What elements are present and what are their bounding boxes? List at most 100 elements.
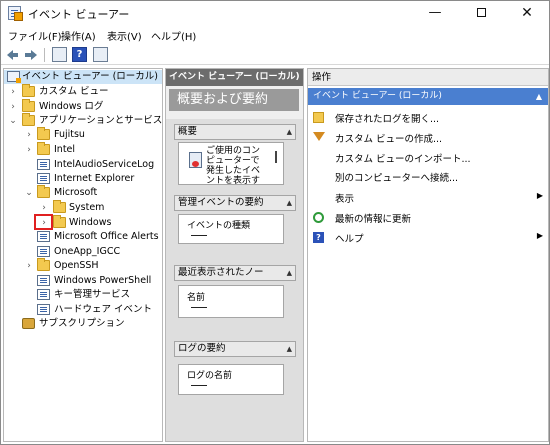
section-overview-title: 概要	[178, 126, 198, 137]
maximize-button[interactable]	[459, 1, 503, 25]
tree-item-windows-logs[interactable]: › Windows ログ	[4, 99, 162, 114]
event-viewer-app-icon	[8, 6, 23, 21]
tree-item-label: アプリケーションとサービス ログ	[39, 115, 185, 126]
tree-item-custom-views[interactable]: › カスタム ビュー	[4, 84, 162, 99]
back-button[interactable]	[6, 47, 23, 63]
folder-icon	[53, 200, 66, 213]
menu-action[interactable]: 操作(A)	[61, 28, 96, 43]
chevron-right-icon[interactable]: ›	[24, 260, 34, 272]
tree-item-hardware-events[interactable]: ハードウェア イベント	[4, 303, 162, 317]
tree-item-openssh[interactable]: › OpenSSH	[4, 258, 162, 273]
log-icon	[37, 173, 50, 184]
close-button[interactable]: ✕	[505, 1, 549, 25]
highlight-annotation	[34, 214, 53, 230]
folder-icon	[37, 142, 50, 155]
action-open-saved-log[interactable]: 保存されたログを開く...	[308, 109, 548, 127]
menu-view[interactable]: 表示(V)	[107, 28, 142, 43]
section-recent-views-title: 最近表示されたノー	[178, 267, 264, 278]
collapse-icon[interactable]: ▲	[536, 88, 542, 105]
action-import-custom-view[interactable]: カスタム ビューのインポート...	[308, 149, 548, 167]
overview-title-area: 概要および要約	[166, 86, 303, 119]
show-hide-console-tree-icon[interactable]	[52, 47, 67, 62]
section-admin-summary-header[interactable]: 管理イベントの要約 ▲	[174, 195, 296, 211]
filter-icon	[313, 132, 325, 141]
action-label: カスタム ビューの作成...	[335, 134, 443, 145]
folder-icon	[22, 84, 35, 97]
tree-item-label: カスタム ビュー	[39, 86, 109, 97]
tree-item-label: Windows ログ	[39, 101, 104, 112]
menu-file[interactable]: ファイル(F)	[8, 28, 62, 43]
menu-help[interactable]: ヘルプ(H)	[151, 28, 196, 43]
action-connect-another-computer[interactable]: 別のコンピューターへ接続...	[308, 168, 548, 186]
chevron-right-icon[interactable]: ›	[24, 144, 34, 156]
tree-item-system[interactable]: › System	[4, 200, 162, 215]
tree-item-key-management-service[interactable]: キー管理サービス	[4, 288, 162, 302]
recent-views-column: 名前	[187, 293, 206, 303]
tree-item-windows-powershell[interactable]: Windows PowerShell	[4, 274, 162, 288]
toolbar-separator	[44, 48, 45, 62]
action-refresh[interactable]: 最新の情報に更新	[308, 209, 548, 227]
tree-item-apps-services-logs[interactable]: ⌄ アプリケーションとサービス ログ	[4, 113, 184, 128]
minimize-button[interactable]: —	[413, 1, 457, 25]
folder-icon	[37, 258, 50, 271]
section-overview-header[interactable]: 概要 ▲	[174, 124, 296, 140]
help-icon[interactable]: ?	[72, 47, 87, 62]
tree-item-event-viewer-local[interactable]: イベント ビューアー (ローカル)	[4, 70, 162, 84]
chevron-down-icon[interactable]: ⌄	[8, 115, 18, 127]
tree-item-oneapp-igcc[interactable]: OneApp_IGCC	[4, 245, 162, 259]
actions-pane: 操作 イベント ビューアー (ローカル) ▲ 保存されたログを開く... カスタ…	[307, 68, 549, 442]
action-help[interactable]: ? ヘルプ ▶	[308, 229, 548, 247]
section-recent-views-header[interactable]: 最近表示されたノー ▲	[174, 265, 296, 281]
tree-item-label: Intel	[54, 144, 76, 155]
section-recent-views-content: 名前	[178, 285, 284, 318]
menu-bar: ファイル(F) 操作(A) 表示(V) ヘルプ(H)	[1, 26, 549, 44]
collapse-icon[interactable]: ▲	[287, 196, 292, 210]
tree-item-label: IntelAudioServiceLog	[54, 159, 155, 170]
section-overview-content: ご使用のコン ピューターで 発生したイベ ントを表示す	[178, 142, 284, 186]
forward-button[interactable]	[23, 47, 40, 63]
log-summary-column: ログの名前	[187, 371, 233, 381]
show-hide-action-pane-icon[interactable]	[93, 47, 108, 62]
overview-pane: イベント ビューアー (ローカル) 概要および要約 概要 ▲ ご使用のコン ピュ…	[165, 68, 304, 442]
tree-item-internet-explorer[interactable]: Internet Explorer	[4, 172, 162, 186]
overview-text-1: ご使用のコン	[206, 146, 261, 156]
tree-item-intel[interactable]: › Intel	[4, 142, 162, 157]
actions-section-header[interactable]: イベント ビューアー (ローカル) ▲	[308, 88, 548, 105]
chevron-right-icon[interactable]: ›	[8, 86, 18, 98]
tree-item-subscriptions[interactable]: サブスクリプション	[4, 317, 162, 331]
action-label: 最新の情報に更新	[335, 214, 412, 225]
tree-item-label: Microsoft	[54, 187, 98, 198]
chevron-right-icon[interactable]: ›	[39, 202, 49, 214]
action-create-custom-view[interactable]: カスタム ビューの作成...	[308, 129, 548, 147]
tree-item-intelaudioservicelog[interactable]: IntelAudioServiceLog	[4, 158, 162, 172]
back-arrow-icon	[7, 50, 18, 60]
tree-item-label: ハードウェア イベント	[54, 304, 153, 315]
tree-item-label: Internet Explorer	[54, 173, 135, 184]
admin-summary-divider	[191, 235, 207, 236]
log-icon	[37, 231, 50, 242]
overview-scrollbar[interactable]	[275, 151, 277, 163]
maximize-icon	[476, 8, 486, 17]
overview-pane-header: イベント ビューアー (ローカル)	[166, 69, 303, 86]
chevron-right-icon[interactable]: ›	[8, 101, 18, 113]
section-admin-summary-title: 管理イベントの要約	[178, 197, 264, 208]
chevron-right-icon[interactable]: ›	[24, 129, 34, 141]
tree-item-microsoft-office-alerts[interactable]: Microsoft Office Alerts	[4, 230, 162, 244]
tree-item-label: Fujitsu	[54, 129, 85, 140]
action-label: 表示	[335, 194, 355, 205]
section-log-summary-header[interactable]: ログの要約 ▲	[174, 341, 296, 357]
tree-item-windows[interactable]: › Windows	[4, 215, 162, 230]
event-viewer-icon	[7, 71, 21, 83]
tree-item-label: Windows PowerShell	[54, 275, 152, 286]
collapse-icon[interactable]: ▲	[287, 125, 292, 139]
recent-views-divider	[191, 307, 207, 308]
collapse-icon[interactable]: ▲	[287, 266, 292, 280]
chevron-down-icon[interactable]: ⌄	[24, 187, 34, 199]
subscription-icon	[22, 318, 35, 329]
action-view[interactable]: 表示 ▶	[308, 189, 548, 207]
tree-item-microsoft[interactable]: ⌄ Microsoft	[4, 185, 162, 200]
folder-icon	[37, 185, 50, 198]
tree-item-fujitsu[interactable]: › Fujitsu	[4, 127, 162, 142]
refresh-icon	[313, 212, 324, 223]
collapse-icon[interactable]: ▲	[287, 342, 292, 356]
